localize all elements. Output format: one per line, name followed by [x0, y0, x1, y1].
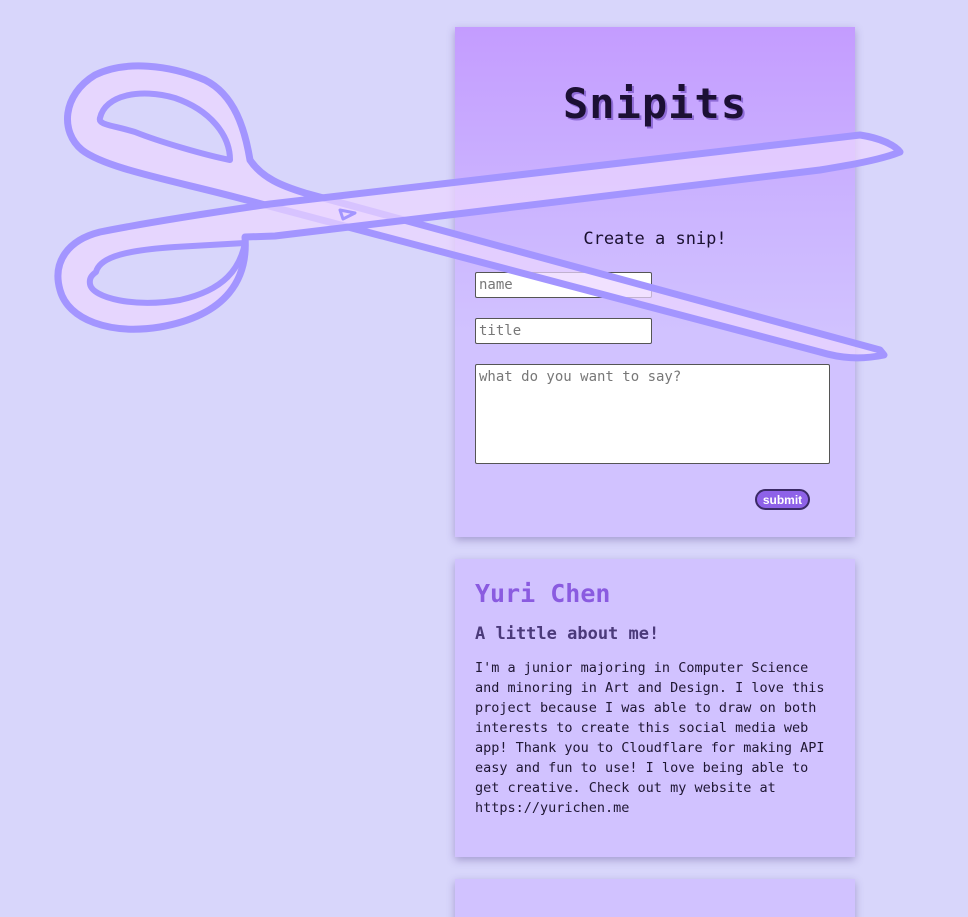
form-heading: Create a snip!: [583, 229, 727, 249]
submit-button[interactable]: submit: [755, 489, 810, 510]
post-card: Yuri Chen A little about me! I'm a junio…: [455, 559, 855, 857]
title-input[interactable]: [475, 318, 652, 344]
post-author: Yuri Chen: [475, 579, 611, 608]
snip-form-card: Snipits Create a snip! submit: [455, 27, 855, 537]
post-card: [455, 879, 855, 917]
message-textarea[interactable]: [475, 364, 830, 464]
site-title: Snipits: [562, 79, 747, 128]
post-title: A little about me!: [475, 624, 660, 644]
post-body: I'm a junior majoring in Computer Scienc…: [475, 660, 825, 816]
page: Snipits Create a snip! submit Yuri Chen …: [0, 0, 968, 917]
name-input[interactable]: [475, 272, 652, 298]
